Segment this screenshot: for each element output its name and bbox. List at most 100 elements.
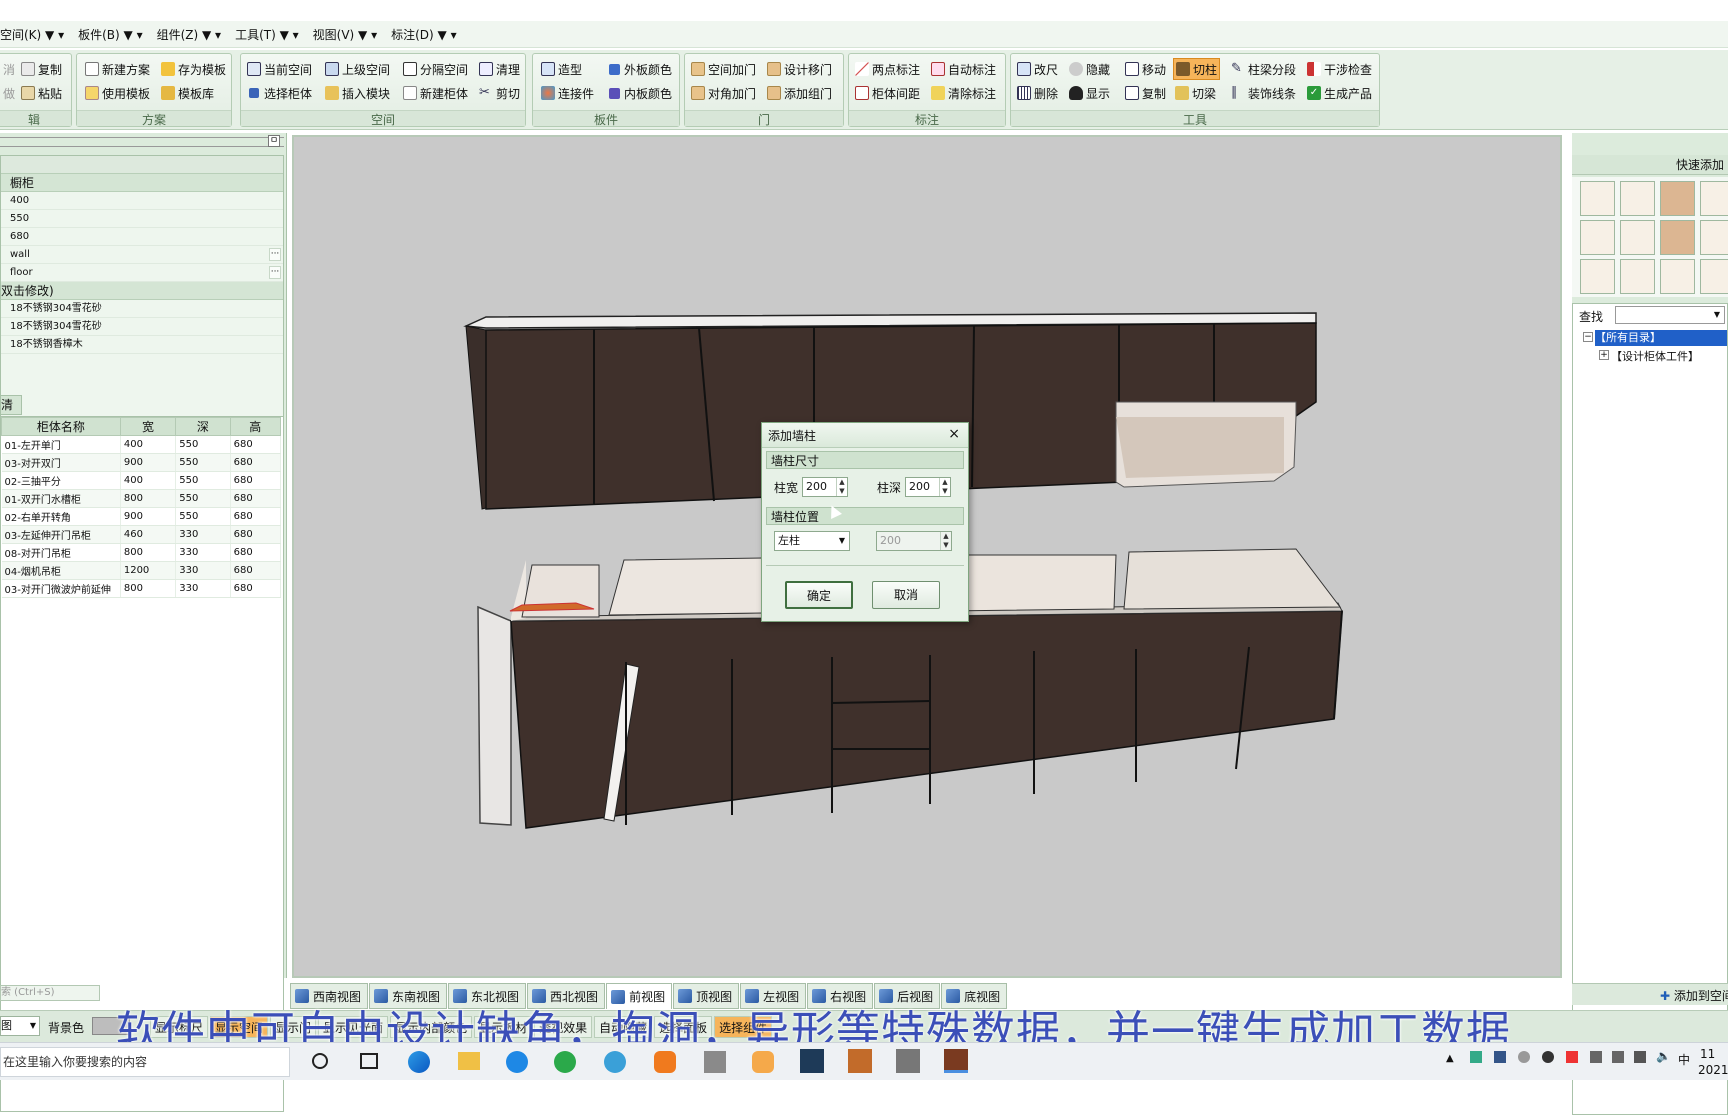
table-row[interactable]: 02-三抽平分 400 550 680	[1, 471, 282, 490]
property-row[interactable]: 550	[1, 210, 283, 228]
catalog-search-input[interactable]: ▼	[1615, 306, 1725, 324]
list-search-input[interactable]: 索 (Ctrl+S)	[0, 985, 100, 1001]
cabinet-template-thumb[interactable]	[1580, 259, 1615, 294]
shape-button[interactable]: 造型	[539, 58, 584, 80]
volume-icon[interactable]: 🔈	[1656, 1049, 1671, 1063]
ie-icon[interactable]	[506, 1051, 528, 1073]
collapse-icon[interactable]: −	[1583, 332, 1593, 342]
property-row[interactable]: floor ···	[1, 264, 283, 282]
cancel-button[interactable]: 取消	[872, 581, 940, 609]
property-row[interactable]: 680	[1, 228, 283, 246]
task-view-icon[interactable]	[360, 1053, 378, 1069]
spinner-arrows-icon[interactable]: ▲ ▼	[836, 478, 847, 496]
tools-icon[interactable]	[704, 1051, 726, 1073]
cabinet-template-thumb[interactable]	[1660, 220, 1695, 255]
ellipsis-button[interactable]: ···	[269, 266, 281, 279]
delete-button[interactable]: 删除	[1015, 82, 1060, 104]
pin-icon[interactable]: ㅁ	[268, 135, 280, 147]
image-app-icon[interactable]	[896, 1049, 920, 1073]
interference-check-button[interactable]: 干涉检查	[1305, 58, 1374, 80]
diagonal-door-button[interactable]: 对角加门	[689, 82, 758, 104]
column-header-name[interactable]: 柜体名称	[1, 417, 121, 436]
ime-indicator[interactable]: 中	[1678, 1051, 1690, 1068]
tray-icon[interactable]	[1518, 1051, 1530, 1063]
insert-module-button[interactable]: 插入模块	[323, 82, 392, 104]
column-header-height[interactable]: 高	[229, 417, 282, 436]
connector-button[interactable]: 连接件	[539, 82, 596, 104]
generate-product-button[interactable]: ✓ 生成产品	[1305, 82, 1374, 104]
menu-view[interactable]: 视图(V) ▼ ▾	[313, 26, 377, 43]
menu-tools[interactable]: 工具(T) ▼ ▾	[235, 26, 299, 43]
ellipsis-button[interactable]: ···	[269, 248, 281, 261]
property-row[interactable]: wall ···	[1, 246, 283, 264]
undo-button[interactable]: 消	[1, 58, 17, 80]
sliding-door-button[interactable]: 设计移门	[765, 58, 834, 80]
column-header-depth[interactable]: 深	[175, 417, 231, 436]
copy-tool-button[interactable]: 复制	[1123, 82, 1168, 104]
app-icon[interactable]	[752, 1051, 774, 1073]
show-button[interactable]: 显示	[1067, 82, 1112, 104]
inner-color-button[interactable]: 内板颜色	[605, 82, 674, 104]
dialog-titlebar[interactable]: 添加墙柱 ×	[762, 423, 968, 448]
tab-list[interactable]: 清单	[0, 395, 22, 415]
new-scheme-button[interactable]: 新建方案	[83, 58, 152, 80]
cabinet-template-thumb[interactable]	[1700, 259, 1728, 294]
use-template-button[interactable]: 使用模板	[83, 82, 152, 104]
two-point-dim-button[interactable]: 两点标注	[853, 58, 922, 80]
cabinet-template-thumb[interactable]	[1660, 181, 1695, 216]
edge-icon[interactable]	[408, 1051, 430, 1073]
add-door-button[interactable]: 空间加门	[689, 58, 758, 80]
add-to-space-button[interactable]: ✚ 添加到空间	[1660, 987, 1728, 1004]
cabinet-template-thumb[interactable]	[1660, 259, 1695, 294]
qq-icon[interactable]	[1542, 1051, 1554, 1063]
redo-button[interactable]: 做	[1, 82, 17, 104]
paste-button[interactable]: 粘贴	[19, 82, 64, 104]
wechat-icon[interactable]	[554, 1051, 576, 1073]
cabinet-template-thumb[interactable]	[1620, 220, 1655, 255]
3d-viewport[interactable]: 添加墙柱 × 墙柱尺寸 柱宽 200 ▲ ▼ 柱深 200 ▲ ▼ 墙柱位置 左柱 ▼ 2…	[292, 135, 1562, 978]
current-space-button[interactable]: 当前空间	[245, 58, 314, 80]
hide-button[interactable]: 隐藏	[1067, 58, 1112, 80]
tray-arrow-icon[interactable]: ▲	[1446, 1053, 1454, 1064]
cut-beam-button[interactable]: 切梁	[1173, 82, 1218, 104]
table-row[interactable]: 04-烟机吊柜 1200 330 680	[1, 561, 282, 580]
material-row[interactable]: 18不锈钢香樟木	[1, 336, 283, 354]
column-position-select[interactable]: 左柱 ▼	[774, 531, 850, 551]
tree-item-design-parts[interactable]: 【设计柜体工件】	[1611, 348, 1699, 364]
design-app-icon[interactable]	[848, 1049, 872, 1073]
new-cabinet-button[interactable]: 新建柜体	[401, 82, 470, 104]
select-cabinet-button[interactable]: 选择柜体	[245, 82, 314, 104]
ok-button[interactable]: 确定	[785, 581, 853, 609]
wifi-icon[interactable]	[1634, 1051, 1646, 1063]
clean-button[interactable]: 清理	[477, 58, 522, 80]
material-row[interactable]: 18不锈钢304雪花砂	[1, 300, 283, 318]
decor-line-button[interactable]: ∥ 装饰线条	[1229, 82, 1298, 104]
template-library-button[interactable]: 模板库	[159, 82, 216, 104]
tray-icon[interactable]	[1470, 1051, 1482, 1063]
tree-root[interactable]: 【所有目录】	[1595, 330, 1727, 346]
tray-icon[interactable]	[1566, 1051, 1578, 1063]
network-icon[interactable]	[1590, 1051, 1602, 1063]
app-icon[interactable]	[654, 1051, 676, 1073]
cabinet-gap-button[interactable]: 柜体间距	[853, 82, 922, 104]
group-door-button[interactable]: 添加组门	[765, 82, 834, 104]
save-template-button[interactable]: 存为模板	[159, 58, 228, 80]
menu-board[interactable]: 板件(B) ▼ ▾	[78, 26, 142, 43]
move-button[interactable]: 移动	[1123, 58, 1168, 80]
menu-component[interactable]: 组件(Z) ▼ ▾	[157, 26, 221, 43]
cabinet-template-thumb[interactable]	[1620, 181, 1655, 216]
cortana-icon[interactable]	[312, 1053, 328, 1069]
spinner-arrows-icon[interactable]: ▲ ▼	[939, 478, 950, 496]
table-row[interactable]: 08-对开门吊柜 800 330 680	[1, 543, 282, 562]
cabinet-template-thumb[interactable]	[1700, 220, 1728, 255]
column-width-input[interactable]: 200 ▲ ▼	[802, 477, 848, 497]
expand-icon[interactable]: +	[1599, 350, 1609, 360]
tray-icon[interactable]	[1612, 1051, 1624, 1063]
cut-button[interactable]: ✂ 剪切	[477, 82, 522, 104]
table-row[interactable]: 01-左开单门 400 550 680	[1, 435, 282, 454]
cabinet-template-thumb[interactable]	[1580, 181, 1615, 216]
table-row[interactable]: 02-右单开转角 900 550 680	[1, 507, 282, 526]
table-row[interactable]: 01-双开门水槽柜 800 550 680	[1, 489, 282, 508]
browser-icon[interactable]	[604, 1051, 626, 1073]
material-row[interactable]: 18不锈钢304雪花砂	[1, 318, 283, 336]
